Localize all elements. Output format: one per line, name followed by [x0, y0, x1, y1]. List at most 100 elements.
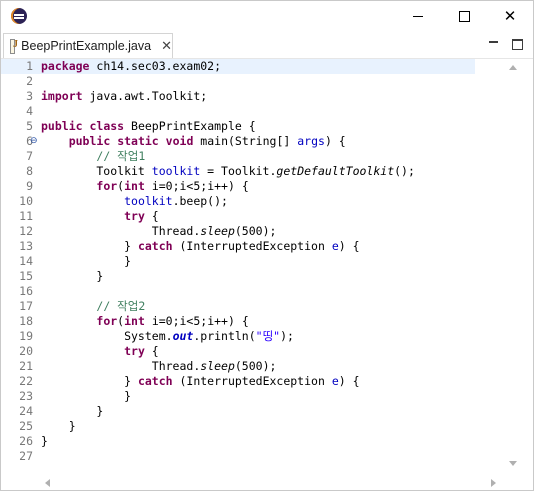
code-text: } — [41, 254, 131, 269]
code-line[interactable]: 15 } — [1, 269, 475, 284]
code-line[interactable]: 14 } — [1, 254, 475, 269]
code-token: try — [124, 344, 145, 358]
code-token: try — [124, 209, 145, 223]
eclipse-window: ✕ BeepPrintExample.java ✕ 1 package ch14.… — [0, 0, 534, 491]
code-line[interactable]: 2 — [1, 74, 475, 89]
code-token: (500); — [234, 224, 277, 238]
code-token: for — [96, 179, 118, 193]
view-minimize-icon[interactable] — [489, 41, 498, 43]
code-token: { — [144, 209, 159, 223]
code-text: for(int i=0;i<5;i++) { — [41, 179, 249, 194]
code-token: i=0;i<5;i++) { — [144, 314, 249, 328]
code-token: public — [68, 134, 111, 148]
code-line[interactable]: 11 try { — [1, 209, 475, 224]
code-line[interactable]: 13 } catch (InterruptedException e) { — [1, 239, 475, 254]
view-maximize-icon[interactable] — [512, 39, 523, 50]
code-token: catch — [137, 374, 173, 388]
code-line[interactable]: 21 Thread.sleep(500); — [1, 359, 475, 374]
line-number: 10 — [19, 194, 33, 208]
code-line[interactable]: 24 } — [1, 404, 475, 419]
code-line[interactable]: 12 Thread.sleep(500); — [1, 224, 475, 239]
code-text: } catch (InterruptedException e) { — [41, 239, 359, 254]
eclipse-logo-icon — [11, 8, 27, 24]
code-line[interactable]: 16 — [1, 284, 475, 299]
code-token: ); — [280, 329, 294, 343]
line-number: 17 — [19, 299, 33, 313]
java-file-icon — [10, 38, 18, 54]
line-number: 4 — [26, 104, 33, 118]
code-line[interactable]: 7 // 작업1 — [1, 149, 475, 164]
code-line[interactable]: 8 Toolkit toolkit = Toolkit.getDefaultTo… — [1, 164, 475, 179]
close-window-button[interactable]: ✕ — [487, 1, 533, 31]
code-line[interactable]: 6 ⊖ public static void main(String[] args… — [1, 134, 475, 149]
editor-tab-bar: BeepPrintExample.java ✕ — [1, 31, 533, 59]
code-token: i=0;i<5;i++) { — [144, 179, 249, 193]
code-line[interactable]: 20 try { — [1, 344, 475, 359]
line-number: 13 — [19, 239, 33, 253]
code-token: .println( — [193, 329, 256, 343]
scroll-right-icon[interactable] — [491, 479, 496, 487]
code-line[interactable]: 9 for(int i=0;i<5;i++) { — [1, 179, 475, 194]
line-number: 18 — [19, 314, 33, 328]
code-line[interactable]: 22 } catch (InterruptedException e) { — [1, 374, 475, 389]
code-line[interactable]: 25 } — [1, 419, 475, 434]
code-text: } — [41, 269, 103, 284]
title-bar[interactable]: ✕ — [1, 1, 533, 31]
code-text: package ch14.sec03.exam02; — [41, 59, 221, 74]
code-token: main(String[] — [193, 134, 298, 148]
overview-ruler[interactable] — [521, 59, 533, 475]
code-token: } — [41, 434, 48, 448]
line-number: 24 — [19, 404, 33, 418]
fold-collapse-icon[interactable]: ⊖ — [30, 134, 38, 149]
scroll-up-icon[interactable] — [509, 65, 517, 70]
line-number: 15 — [19, 269, 33, 283]
code-line[interactable]: 17 // 작업2 — [1, 299, 475, 314]
line-number: 21 — [19, 359, 33, 373]
code-token: ch14.sec03.exam02; — [89, 59, 222, 73]
tab-label: BeepPrintExample.java — [21, 39, 152, 53]
code-token: // 작업1 — [96, 149, 146, 163]
code-text: } catch (InterruptedException e) { — [41, 374, 359, 389]
code-line[interactable]: 10 toolkit.beep(); — [1, 194, 475, 209]
code-editor[interactable]: 1 package ch14.sec03.exam02; 2 3 import java… — [1, 59, 533, 490]
code-token: } — [41, 404, 104, 418]
code-line[interactable]: 1 package ch14.sec03.exam02; — [1, 59, 475, 74]
code-token: void — [165, 134, 194, 148]
tab-close-icon[interactable]: ✕ — [161, 39, 172, 54]
tab-beepprintexample[interactable]: BeepPrintExample.java ✕ — [3, 33, 173, 58]
code-line[interactable]: 23 } — [1, 389, 475, 404]
line-number: 7 — [26, 149, 33, 163]
line-number: 25 — [19, 419, 33, 433]
horizontal-scrollbar[interactable] — [39, 475, 505, 490]
vertical-scrollbar[interactable] — [505, 59, 521, 475]
scroll-down-icon[interactable] — [509, 461, 517, 466]
code-token: } — [41, 269, 104, 283]
line-number: 22 — [19, 374, 33, 388]
code-token: static — [117, 134, 159, 148]
code-line[interactable]: 27 — [1, 449, 475, 464]
code-line[interactable]: 26} — [1, 434, 475, 449]
code-line[interactable]: 5 public class BeepPrintExample { — [1, 119, 475, 134]
code-token: catch — [137, 239, 173, 253]
code-text: toolkit.beep(); — [41, 194, 228, 209]
code-text: for(int i=0;i<5;i++) { — [41, 314, 249, 329]
code-token: java.awt.Toolkit; — [82, 89, 208, 103]
code-line[interactable]: 19 System.out.println("띵"); — [1, 329, 475, 344]
maximize-button[interactable] — [441, 1, 487, 31]
code-token: (InterruptedException — [172, 239, 332, 253]
code-token: (); — [394, 164, 415, 178]
code-token: args — [297, 134, 325, 148]
code-line[interactable]: 3 import java.awt.Toolkit; — [1, 89, 475, 104]
minimize-button[interactable] — [395, 1, 441, 31]
code-line[interactable]: 18 for(int i=0;i<5;i++) { — [1, 314, 475, 329]
code-text: try { — [41, 344, 159, 359]
code-text: // 작업1 — [41, 149, 145, 164]
code-text: public static void main(String[] args) { — [41, 134, 346, 149]
code-line[interactable]: 4 — [1, 104, 475, 119]
scroll-left-icon[interactable] — [45, 479, 50, 487]
code-text: System.out.println("띵"); — [41, 329, 294, 344]
